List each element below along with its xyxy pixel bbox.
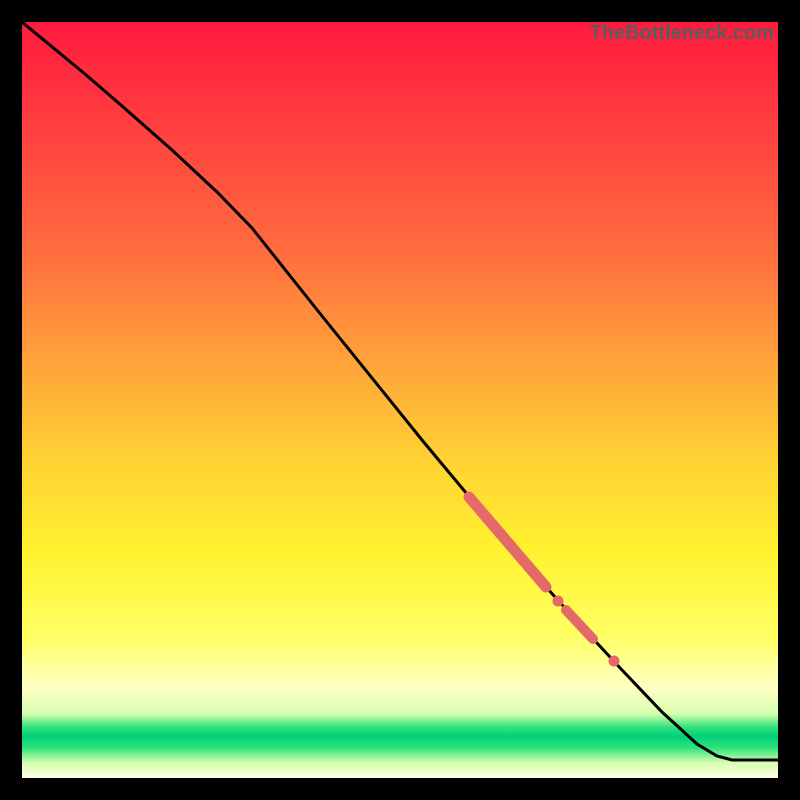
bottleneck-curve (22, 22, 778, 760)
plot-area: TheBottleneck.com (22, 22, 778, 778)
highlight-group (469, 497, 620, 667)
highlight-segment (566, 610, 593, 639)
chart-overlay-svg (22, 22, 778, 778)
highlight-dot (553, 596, 564, 607)
chart-root: TheBottleneck.com (0, 0, 800, 800)
highlight-segment (469, 497, 546, 587)
highlight-dot (609, 656, 620, 667)
